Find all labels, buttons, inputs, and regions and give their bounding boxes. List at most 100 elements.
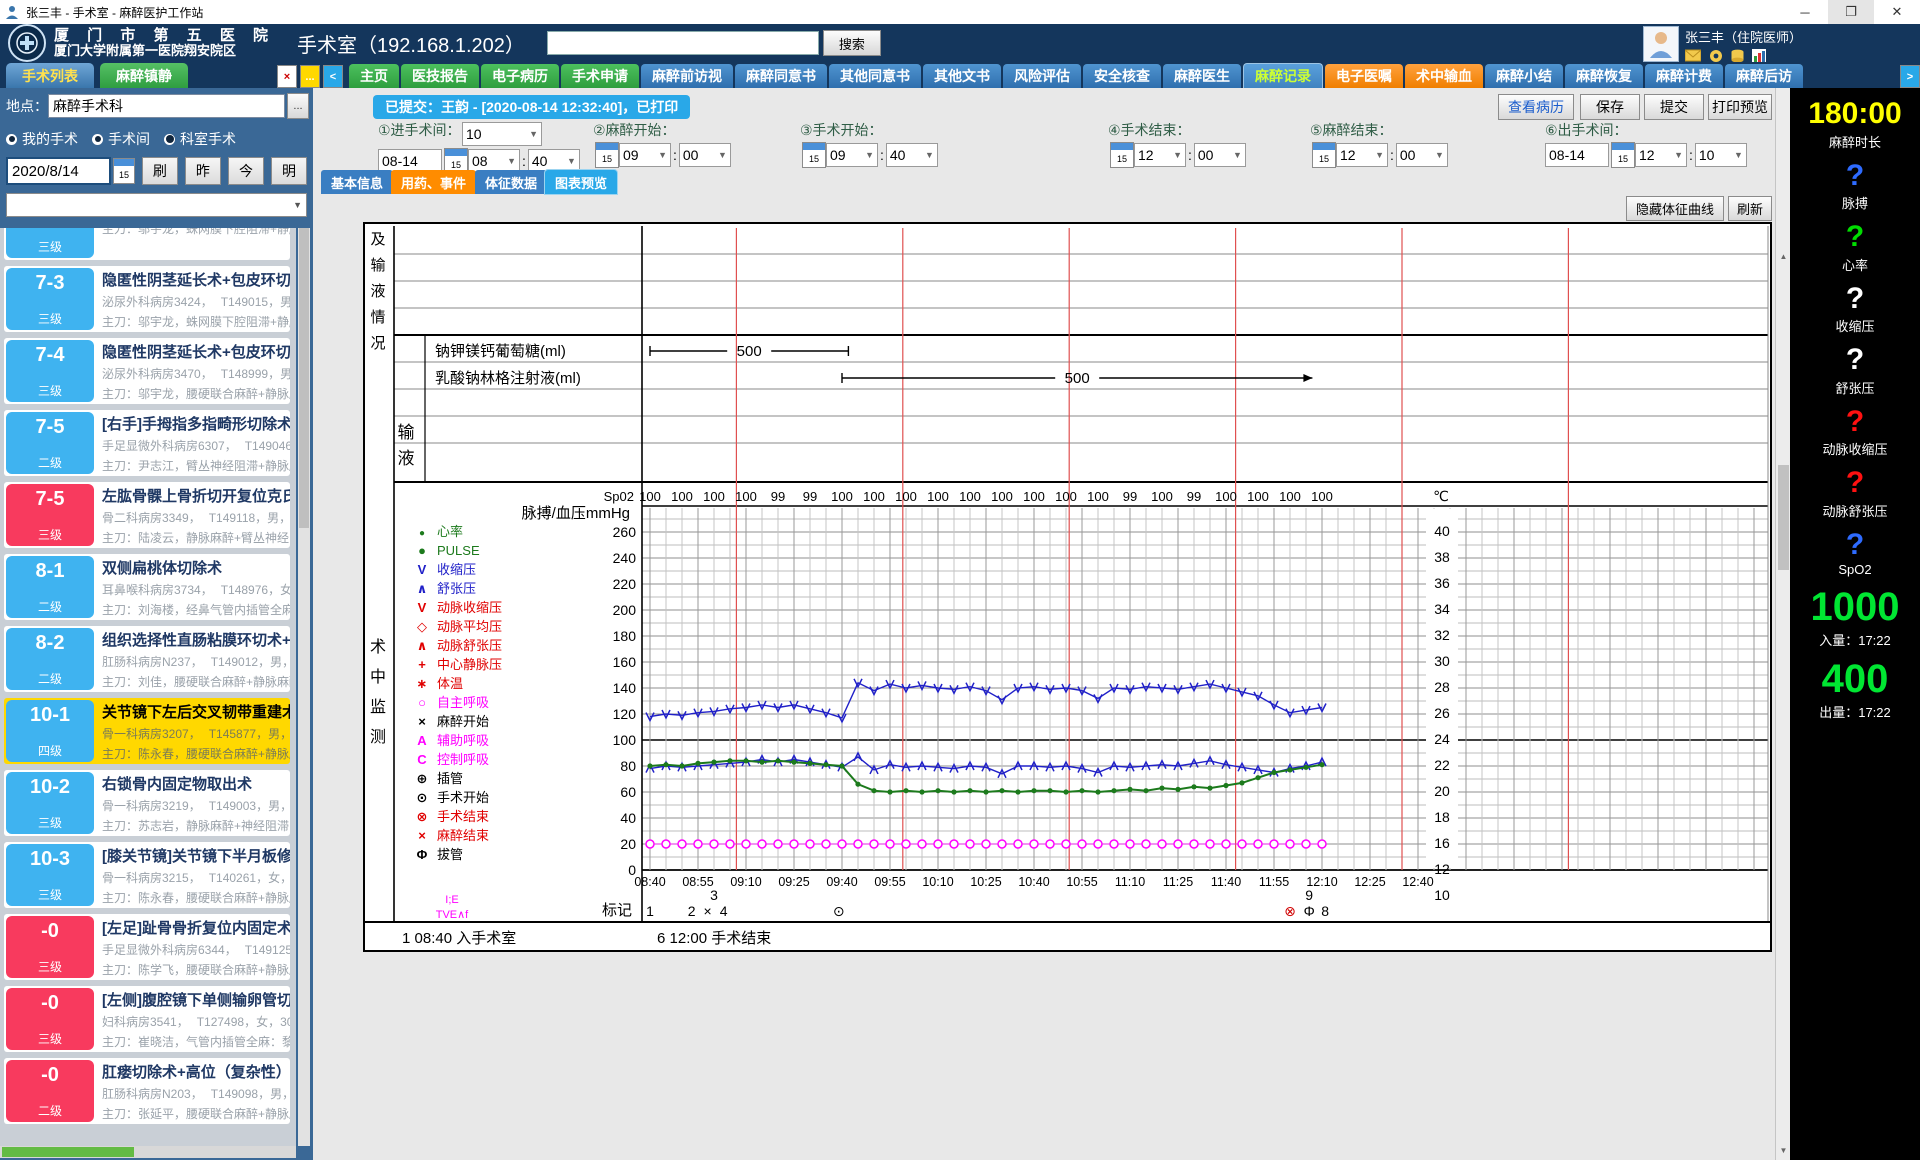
tab-其他同意书[interactable]: 其他同意书 [829,64,921,88]
surgery-item[interactable]: -0二级肛瘘切除术+高位（复杂性）肛瘘挂线术肛肠科病房N203，T149098，… [4,1058,290,1124]
surgery-item[interactable]: 7-4三级隐匿性阴茎延长术+包皮环切术+显微镜下泌尿外科病房3470，T1489… [4,338,290,404]
hour-select[interactable]: 12▼ [1336,143,1388,167]
svg-text:I;E: I;E [445,894,458,906]
tab-麻醉恢复[interactable]: 麻醉恢复 [1565,64,1643,88]
scroll-down-icon[interactable]: ▼ [1776,1142,1791,1158]
mini-button-0[interactable]: × [277,65,297,88]
hour-select[interactable]: 12▼ [1635,143,1687,167]
minute-select[interactable]: 10▼ [1695,143,1747,167]
tab-手术申请[interactable]: 手术申请 [561,64,639,88]
calendar-icon[interactable]: 15 [1110,142,1134,168]
svg-text:100: 100 [1279,489,1301,504]
toolbar-button-查看病历[interactable]: 查看病历 [1498,94,1574,120]
surgery-doctor-line: 主刀：陈学飞，腰硬联合麻醉+静脉麻醉：冯冲冲 [102,961,288,978]
mini-button-1[interactable]: ... [300,65,320,88]
date-field[interactable]: 08-14 [1545,143,1609,167]
date-button-刷[interactable]: 刷 [142,157,178,185]
chart-button-刷新[interactable]: 刷新 [1728,196,1772,221]
surgery-item[interactable]: 三级泌尿外科病房3409，T149000，男，12岁主刀：邬宇龙，蛛网膜下腔阻滞… [4,228,290,260]
view-tab-基本信息[interactable]: 基本信息 [321,170,393,194]
tab-术中输血[interactable]: 术中输血 [1405,64,1483,88]
minute-select[interactable]: 00▼ [679,143,731,167]
close-button[interactable]: ✕ [1874,0,1920,24]
toolbar-button-保存[interactable]: 保存 [1580,94,1640,120]
location-input[interactable]: 麻醉手术科 [48,94,285,118]
radio-手术间[interactable]: 手术间 [92,129,150,149]
gear-icon[interactable] [1709,49,1723,63]
tab-主页[interactable]: 主页 [349,64,399,88]
radio-科室手术[interactable]: 科室手术 [164,129,236,149]
surgery-item[interactable]: -0三级[左足]趾骨骨折复位内固定术+[左足]清创手足显微外科病房6344，T1… [4,914,290,980]
surgery-item[interactable]: 10-1四级关节镜下左后交叉韧带重建术+[左膝关节骨一科病房3207，T1458… [4,698,290,764]
surgery-item[interactable]: 8-2二级组织选择性直肠粘膜环切术+外痔切除术肛肠科病房N237，T149012… [4,626,290,692]
tab-其他文书[interactable]: 其他文书 [923,64,1001,88]
database-icon[interactable] [1731,49,1744,63]
tab-麻醉前访视[interactable]: 麻醉前访视 [641,64,733,88]
scroll-up-icon[interactable]: ▲ [1776,248,1791,264]
tabs-more-button[interactable]: > [1900,65,1920,88]
chart-icon[interactable] [1752,49,1766,63]
location-more-button[interactable]: ... [287,93,309,119]
tab-安全核查[interactable]: 安全核查 [1083,64,1161,88]
radio-我的手术[interactable]: 我的手术 [6,129,78,149]
surgery-item[interactable]: 7-3三级隐匿性阴茎延长术+包皮环切术+嵌顿包茎泌尿外科病房3424，T1490… [4,266,290,332]
tab-电子病历[interactable]: 电子病历 [481,64,559,88]
tab-麻醉医生[interactable]: 麻醉医生 [1163,64,1241,88]
surgery-doctor-line: 主刀：尹志江，臂丛神经阻滞+静脉麻醉：黎柯芬 [102,457,288,474]
search-button[interactable]: 搜索 [823,30,881,56]
calendar-icon[interactable]: 15 [1611,142,1635,168]
tab-电子医嘱[interactable]: 电子医嘱 [1325,64,1403,88]
surgery-number: -0 [41,992,59,1015]
surgery-list-hscrollbar[interactable] [0,1146,296,1158]
tab-麻醉计费[interactable]: 麻醉计费 [1645,64,1723,88]
calendar-icon[interactable]: 15 [595,142,619,168]
date-button-今[interactable]: 今 [228,157,264,185]
date-input[interactable]: 2020/8/14 [6,157,111,185]
sidebar-tab-手术列表[interactable]: 手术列表 [6,63,94,88]
toolbar-button-打印预览[interactable]: 打印预览 [1708,94,1772,120]
maximize-button[interactable]: ❐ [1828,0,1874,24]
minute-select[interactable]: 00▼ [1396,143,1448,167]
view-tab-图表预览[interactable]: 图表预览 [545,170,617,194]
calendar-icon[interactable]: 15 [1312,142,1336,168]
minute-select[interactable]: 40▼ [886,143,938,167]
mail-icon[interactable] [1685,49,1701,62]
filter-combo[interactable]: ▼ [6,193,307,217]
vital-舒张压: ?舒张压 [1790,344,1920,397]
chart-vscrollbar[interactable]: ▲ ▼ [1775,88,1791,1160]
date-button-明[interactable]: 明 [271,157,307,185]
toolbar-button-提交[interactable]: 提交 [1644,94,1704,120]
calendar-icon[interactable]: 15 [802,142,826,168]
tab-麻醉记录[interactable]: 麻醉记录 [1243,63,1323,88]
tab-麻醉后访[interactable]: 麻醉后访 [1725,64,1803,88]
minute-select[interactable]: 00▼ [1194,143,1246,167]
surgery-item[interactable]: 10-3三级[膝关节镜]关节镜下半月板修整成形术+关骨一科病房3215，T140… [4,842,290,908]
chart-button-隐藏体征曲线[interactable]: 隐藏体征曲线 [1626,196,1724,221]
tab-医技报告[interactable]: 医技报告 [401,64,479,88]
surgery-item[interactable]: -0三级[左侧]腹腔镜下单侧输卵管切除术+[右侧]妇科病房3541，T12749… [4,986,290,1052]
hour-select[interactable]: 12▼ [1134,143,1186,167]
surgery-item[interactable]: 8-1二级双侧扁桃体切除术耳鼻喉科病房3734，T148976，女，26岁主刀：… [4,554,290,620]
svg-text:脉搏/血压mmHg: 脉搏/血压mmHg [522,505,630,522]
view-tab-用药、事件[interactable]: 用药、事件 [391,170,476,194]
surgery-item[interactable]: 7-5三级左肱骨髁上骨折切开复位克氏针内固定术骨二科病房3349，T149118… [4,482,290,548]
date-button-昨[interactable]: 昨 [185,157,221,185]
tab-麻醉小结[interactable]: 麻醉小结 [1485,64,1563,88]
surgery-list-vscrollbar[interactable] [298,228,310,1146]
mini-button-2[interactable]: < [323,65,343,88]
sidebar-tab-麻醉镇静[interactable]: 麻醉镇静 [100,63,188,88]
calendar-icon[interactable]: 15 [113,158,135,184]
hour-select[interactable]: 09▼ [826,143,878,167]
tab-风险评估[interactable]: 风险评估 [1003,64,1081,88]
hour-select[interactable]: 09▼ [619,143,671,167]
tab-麻醉同意书[interactable]: 麻醉同意书 [735,64,827,88]
svg-text:液: 液 [370,283,385,300]
minimize-button[interactable]: ─ [1782,0,1828,24]
surgery-item[interactable]: 7-5二级[右手]手拇指多指畸形切除术手足显微外科病房6307，T149046，… [4,410,290,476]
room-select[interactable]: 10▼ [462,122,542,146]
surgery-ward-line: 耳鼻喉科病房3734，T148976，女，26岁 [102,581,288,598]
scroll-thumb[interactable] [1778,465,1789,570]
search-input[interactable] [547,31,819,55]
view-tab-体征数据[interactable]: 体征数据 [475,170,547,194]
surgery-item[interactable]: 10-2三级右锁骨内固定物取出术骨一科病房3219，T149003，男，38岁主… [4,770,290,836]
